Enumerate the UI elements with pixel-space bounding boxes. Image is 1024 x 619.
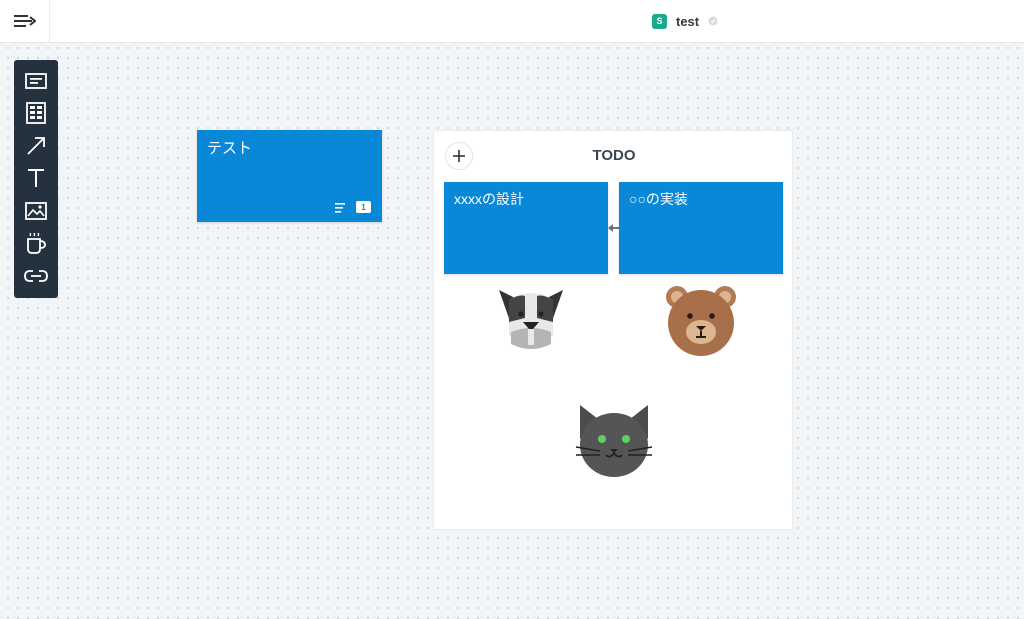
- board-title: test: [676, 13, 700, 29]
- column-card[interactable]: ○○の実装: [619, 182, 783, 274]
- todo-column: TODO xxxxの設計 ○○の実装: [433, 130, 793, 530]
- link-tool[interactable]: [24, 264, 48, 288]
- arrow-tool[interactable]: [24, 134, 48, 158]
- link-icon: [24, 270, 48, 282]
- card-text: テスト: [207, 140, 253, 157]
- tool-palette: [14, 60, 58, 298]
- check-circle-icon: [708, 16, 718, 26]
- card-text: xxxxの設計: [454, 191, 524, 207]
- text-tool[interactable]: [24, 166, 48, 190]
- connector-arrow-icon: [608, 224, 619, 232]
- column-card[interactable]: xxxxの設計: [444, 182, 608, 274]
- dog-icon[interactable]: [495, 284, 567, 356]
- cup-icon: [27, 233, 46, 254]
- arrow-icon: [27, 137, 45, 155]
- card-icon: [25, 73, 47, 89]
- menu-arrow-icon: [13, 15, 36, 27]
- image-icon: [25, 202, 47, 220]
- top-bar: S test: [0, 0, 1024, 43]
- board-title-area[interactable]: S test: [652, 12, 718, 30]
- image-tool[interactable]: [24, 199, 48, 223]
- comment-count-badge: 1: [356, 201, 371, 213]
- menu-toggle-button[interactable]: [0, 0, 50, 42]
- card-tool[interactable]: [24, 69, 48, 93]
- stamp-tool[interactable]: [24, 232, 48, 256]
- card-text: ○○の実装: [629, 191, 688, 207]
- bear-icon[interactable]: [664, 284, 738, 358]
- column-title: TODO: [592, 147, 636, 164]
- text-icon: [28, 169, 44, 187]
- description-icon: [335, 203, 345, 213]
- cat-icon[interactable]: [574, 399, 654, 481]
- test-card[interactable]: テスト 1: [197, 130, 382, 222]
- space-badge: S: [652, 13, 667, 29]
- table-icon: [26, 102, 46, 124]
- table-tool[interactable]: [24, 101, 48, 125]
